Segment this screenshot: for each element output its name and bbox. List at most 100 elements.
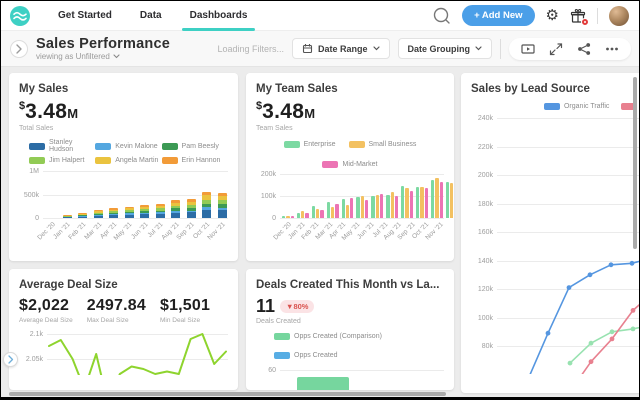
more-options-icon[interactable] bbox=[605, 42, 619, 56]
add-new-button[interactable]: + Add New bbox=[462, 5, 535, 26]
legend-swatch bbox=[161, 142, 178, 150]
y-axis-label: 200k bbox=[260, 171, 276, 178]
card-my-team-sales: My Team Sales $3.48M Team Sales Enterpri… bbox=[246, 73, 454, 261]
value-label: Deals Created bbox=[256, 318, 301, 325]
stacked-bar bbox=[155, 204, 165, 218]
lead-source-lines bbox=[529, 260, 639, 374]
bar bbox=[330, 207, 335, 218]
bar bbox=[420, 187, 424, 218]
bar bbox=[375, 194, 379, 218]
legend-swatch bbox=[95, 157, 112, 164]
vertical-scrollbar[interactable] bbox=[633, 77, 637, 249]
expand-panel-chevron-button[interactable] bbox=[3, 352, 18, 367]
bar bbox=[360, 196, 365, 218]
viewing-as-dropdown[interactable]: viewing as Unfiltered bbox=[36, 52, 170, 61]
data-point bbox=[608, 262, 614, 268]
deals-change-badge: ▼80% bbox=[280, 299, 315, 313]
top-nav: Get Started Data Dashboards + Add New ⚙ bbox=[1, 1, 639, 31]
nav-tab-dashboards[interactable]: Dashboards bbox=[176, 1, 262, 31]
average-deal-size-chart: 2.1k 2.05k bbox=[19, 326, 228, 375]
legend-item[interactable]: Organic Traffic bbox=[543, 103, 609, 110]
viewing-as-label: viewing as Unfiltered bbox=[36, 52, 110, 61]
legend-item[interactable]: Small Business bbox=[348, 141, 417, 148]
legend-item[interactable]: Kevin Malone bbox=[95, 139, 161, 153]
card-deals-created: Deals Created This Month vs La... 11 ▼80… bbox=[246, 269, 454, 390]
settings-gear-icon[interactable]: ⚙ bbox=[546, 8, 559, 23]
team-sales-legend: Enterprise Small Business Mid-Market bbox=[256, 141, 444, 168]
data-point bbox=[629, 260, 635, 266]
data-point bbox=[630, 308, 636, 313]
my-sales-legend: Stanley Hudson Kevin Malone Pam Beesly Jim … bbox=[19, 139, 228, 168]
legend-label: Stanley Hudson bbox=[49, 139, 74, 153]
date-grouping-button[interactable]: Date Grouping bbox=[397, 38, 492, 59]
app-logo-icon[interactable] bbox=[10, 5, 30, 26]
legend-swatch bbox=[29, 142, 45, 150]
team-sales-chart: 200k 100k 0 Dec '20 Jan '21 Feb '21 Mar '21 Apr… bbox=[256, 171, 454, 242]
page-title: Sales Performance bbox=[36, 36, 170, 52]
total-sales-value: $3.48M bbox=[19, 100, 79, 123]
calendar-icon bbox=[302, 44, 313, 54]
legend-item[interactable]: Erin Hannon bbox=[161, 157, 228, 164]
legend-item[interactable]: Opps Created bbox=[274, 352, 338, 359]
legend-item[interactable]: Jim Halpert bbox=[29, 157, 95, 164]
deal-size-stats: $2,022 Average Deal Size 2497.84 Max Dea… bbox=[19, 297, 228, 324]
bar bbox=[424, 188, 428, 218]
y-axis-label: 0 bbox=[35, 215, 39, 222]
deals-created-value: 11 bbox=[256, 296, 276, 316]
data-point bbox=[588, 359, 594, 365]
stat-max-deal-size: 2497.84 Max Deal Size bbox=[86, 297, 146, 324]
bar bbox=[401, 186, 405, 218]
user-avatar[interactable] bbox=[609, 5, 629, 26]
value-label: Team Sales bbox=[256, 125, 293, 132]
nav-tab-data[interactable]: Data bbox=[126, 1, 176, 31]
date-range-button[interactable]: Date Range bbox=[291, 38, 390, 59]
lead-source-chart: 240k 220k 200k 180k 160k 140k 120k 100k 80k bbox=[471, 112, 639, 374]
legend-swatch bbox=[161, 157, 178, 164]
dashboard-page: Get StartedDataDashboards + Add New ⚙ bbox=[1, 1, 639, 397]
legend-swatch bbox=[348, 141, 365, 148]
bar-segment bbox=[217, 210, 227, 218]
card-title: My Sales bbox=[19, 83, 69, 95]
legend-label: Kevin Malone bbox=[115, 142, 158, 150]
bar-group bbox=[401, 186, 414, 218]
x-axis-label: Nov '21 bbox=[206, 221, 227, 242]
legend-item[interactable]: Mid-Market bbox=[322, 161, 378, 168]
legend-item[interactable]: Opps Created (Comparison) bbox=[274, 333, 382, 340]
nav-right-cluster: + Add New ⚙ bbox=[433, 5, 639, 26]
horizontal-scrollbar[interactable] bbox=[9, 392, 446, 396]
share-icon[interactable] bbox=[577, 42, 591, 56]
present-mode-icon[interactable] bbox=[521, 42, 535, 56]
legend-item[interactable]: Enterprise bbox=[283, 141, 336, 148]
card-sales-by-lead-source: Sales by Lead Source Organic TrafficSoci… bbox=[461, 73, 639, 393]
legend-swatch bbox=[283, 141, 300, 148]
nav-tab-get-started[interactable]: Get Started bbox=[44, 1, 126, 31]
bar bbox=[450, 182, 454, 218]
date-grouping-label: Date Grouping bbox=[407, 43, 471, 54]
data-point bbox=[609, 329, 615, 335]
legend-item[interactable]: Pam Beesly bbox=[161, 139, 228, 153]
line-series bbox=[569, 326, 639, 364]
search-icon[interactable] bbox=[433, 7, 451, 25]
bar bbox=[341, 199, 345, 218]
legend-swatch bbox=[95, 142, 112, 150]
line-series bbox=[581, 304, 639, 374]
avg-deal-line bbox=[48, 333, 227, 375]
bar-group bbox=[341, 198, 354, 218]
legend-label: Mid-Market bbox=[342, 161, 378, 168]
collapse-chevron-button[interactable] bbox=[10, 39, 28, 58]
gift-whats-new-icon[interactable] bbox=[570, 8, 589, 26]
bar bbox=[320, 210, 324, 218]
legend-label: Small Business bbox=[368, 141, 417, 148]
fullscreen-expand-icon[interactable] bbox=[549, 42, 563, 56]
deals-created-value-row: 11 ▼80% bbox=[256, 297, 444, 315]
legend-swatch bbox=[322, 161, 339, 168]
legend-item[interactable]: Angela Martin bbox=[95, 157, 161, 164]
card-title: Deals Created This Month vs La... bbox=[256, 279, 440, 291]
bar bbox=[335, 203, 339, 218]
x-axis-label: Nov '21 bbox=[423, 221, 445, 242]
bar bbox=[430, 179, 435, 218]
title-block: Sales Performance viewing as Unfiltered bbox=[36, 36, 170, 61]
bar bbox=[405, 188, 409, 218]
legend-item[interactable]: Stanley Hudson bbox=[29, 139, 95, 153]
card-title: My Team Sales bbox=[256, 83, 338, 95]
